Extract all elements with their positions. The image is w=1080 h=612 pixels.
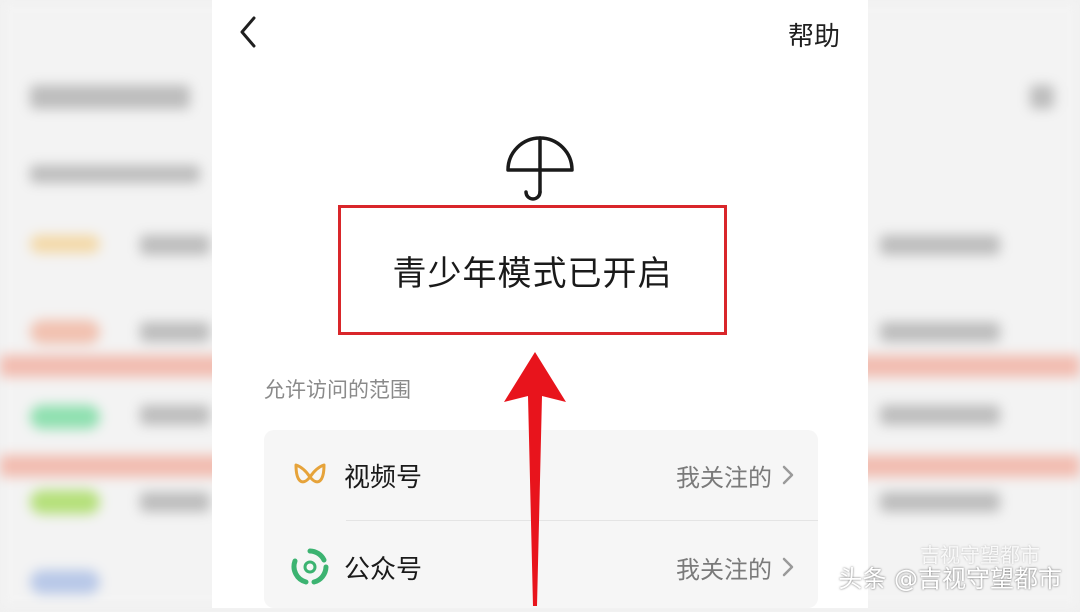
chevron-left-icon: [240, 16, 256, 48]
youth-mode-status-box: 青少年模式已开启: [338, 205, 727, 335]
channels-icon: [294, 463, 326, 484]
official-accounts-icon: [291, 548, 329, 585]
chevron-right-icon: [782, 557, 794, 577]
list-item-value: 我关注的: [676, 463, 772, 492]
help-button[interactable]: 帮助: [788, 16, 840, 53]
back-button[interactable]: [234, 12, 264, 52]
annotation-arrow-icon: [504, 352, 566, 606]
umbrella-icon: [506, 136, 574, 201]
list-item-label: 公众号: [344, 554, 423, 585]
access-scope-label: 允许访问的范围: [264, 378, 411, 402]
watermark: 头条 @吉视守望都市: [838, 565, 1062, 593]
youth-mode-status-text: 青少年模式已开启: [392, 253, 673, 294]
list-item-value: 我关注的: [676, 555, 772, 584]
list-item-label: 视频号: [344, 462, 423, 493]
list-divider: [346, 520, 818, 521]
chevron-right-icon: [782, 465, 794, 485]
